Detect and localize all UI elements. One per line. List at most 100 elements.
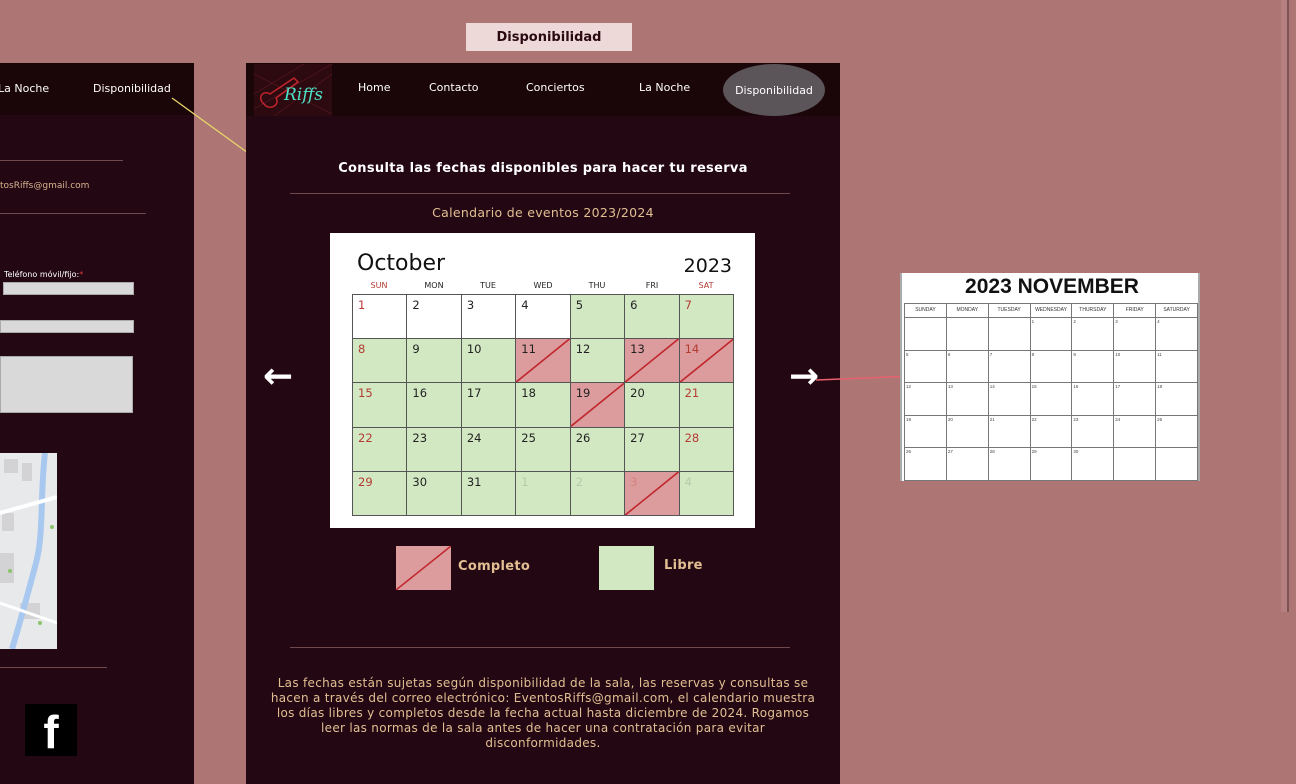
- left-nav-item-la-noche[interactable]: La Noche: [0, 82, 49, 95]
- day-of-week-label: THU: [588, 281, 606, 290]
- map-image[interactable]: [0, 453, 57, 649]
- november-day-cell: 27: [946, 448, 989, 481]
- booked-slash-mark: [680, 339, 733, 382]
- nav-item-conciertos[interactable]: Conciertos: [526, 81, 585, 94]
- riffs-logo[interactable]: Riffs: [254, 64, 332, 116]
- november-day-cell: 3: [1114, 318, 1157, 351]
- frame-label: Disponibilidad: [466, 23, 632, 51]
- calendar-day-cell[interactable]: 1: [516, 471, 571, 516]
- calendar-day-number: 4: [521, 298, 529, 312]
- calendar-day-cell[interactable]: 15: [353, 383, 408, 428]
- calendar-day-cell[interactable]: 25: [516, 427, 571, 472]
- nav-item-la-noche[interactable]: La Noche: [639, 81, 690, 94]
- calendar-day-cell[interactable]: 27: [625, 427, 680, 472]
- calendar-day-cell[interactable]: 12: [570, 339, 626, 384]
- calendar-day-cell[interactable]: 19: [570, 383, 626, 428]
- november-day-cell: 8: [1030, 350, 1073, 384]
- calendar-day-cell[interactable]: 2: [407, 295, 462, 340]
- calendar-day-number: 10: [466, 342, 482, 357]
- november-day-header: FRIDAY: [1114, 304, 1157, 318]
- calendar-day-cell[interactable]: 16: [407, 383, 462, 428]
- phone-label-text: Teléfono móvil/fijo:: [4, 270, 80, 279]
- arrow-left-icon[interactable]: ←: [263, 356, 293, 397]
- info-paragraph: Las fechas están sujetas según disponibi…: [270, 676, 816, 750]
- calendar-day-number: 15: [358, 386, 373, 401]
- calendar-day-number: 20: [630, 386, 645, 401]
- day-of-week-label: SUN: [370, 281, 388, 290]
- arrow-right-icon[interactable]: →: [789, 356, 819, 397]
- november-day-cell: 6: [946, 350, 989, 384]
- calendar-day-cell[interactable]: 11: [516, 339, 571, 384]
- phone-input[interactable]: [3, 282, 134, 295]
- calendar-day-cell[interactable]: 22: [353, 427, 408, 472]
- calendar-day-cell[interactable]: 1: [353, 295, 408, 340]
- calendar-day-cell[interactable]: 30: [407, 471, 462, 516]
- november-day-cell: 11: [1156, 350, 1198, 384]
- calendar-day-number: 17: [466, 386, 482, 401]
- calendar-october: October 2023 SUN MON TUE WED THU FRI SAT 12345…: [330, 233, 755, 528]
- calendar-day-cell[interactable]: 20: [625, 383, 680, 428]
- calendar-day-cell[interactable]: 4: [516, 295, 571, 340]
- calendar-day-cell[interactable]: 18: [516, 383, 571, 428]
- november-day-header: SATURDAY: [1156, 304, 1198, 318]
- calendar-day-number: 30: [412, 474, 428, 489]
- calendar-day-number: 8: [358, 342, 366, 357]
- november-day-cell: 24: [1114, 415, 1157, 449]
- november-day-cell: 30: [1072, 448, 1115, 481]
- november-day-cell: 21: [988, 415, 1031, 449]
- november-day-cell: 18: [1156, 383, 1198, 416]
- november-day-cell: 23: [1072, 415, 1115, 449]
- nav-item-disponibilidad[interactable]: Disponibilidad: [723, 64, 825, 116]
- november-day-cell: 5: [905, 350, 947, 384]
- calendar-day-cell[interactable]: 8: [353, 339, 408, 384]
- calendar-day-number: 1: [358, 298, 366, 312]
- november-day-cell: 10: [1114, 350, 1157, 384]
- calendar-day-number: 26: [575, 430, 591, 445]
- calendar-day-cell[interactable]: 6: [625, 295, 680, 340]
- calendar-day-cell[interactable]: 24: [461, 427, 517, 472]
- calendar-day-number: 24: [466, 430, 482, 445]
- calendar-day-cell[interactable]: 4: [679, 471, 734, 516]
- november-day-cell: [905, 318, 947, 351]
- calendar-day-number: 9: [412, 342, 420, 357]
- calendar-november-image[interactable]: 2023 NOVEMBER SUNDAY MONDAY TUESDAY WEDNESD…: [900, 273, 1200, 481]
- november-day-header: TUESDAY: [988, 304, 1031, 318]
- calendar-day-cell[interactable]: 3: [625, 471, 680, 516]
- november-day-cell: 14: [988, 383, 1031, 416]
- text-input[interactable]: [0, 320, 134, 333]
- calendar-day-cell[interactable]: 29: [353, 471, 408, 516]
- november-day-header: MONDAY: [946, 304, 989, 318]
- nav-item-contacto[interactable]: Contacto: [429, 81, 479, 94]
- november-day-cell: 17: [1114, 383, 1157, 416]
- legend-free-swatch: [599, 546, 654, 590]
- nav-item-home[interactable]: Home: [358, 81, 390, 94]
- calendar-day-number: 5: [575, 298, 584, 312]
- november-day-header: WEDNESDAY: [1030, 304, 1073, 318]
- scrollbar[interactable]: [1281, 0, 1289, 612]
- calendar-day-cell[interactable]: 5: [570, 295, 626, 340]
- calendar-day-cell[interactable]: 23: [407, 427, 462, 472]
- day-of-week-label: FRI: [645, 281, 659, 290]
- calendar-day-number: 25: [521, 430, 536, 445]
- calendar-day-cell[interactable]: 26: [570, 427, 626, 472]
- november-day-cell: 4: [1156, 318, 1198, 351]
- calendar-day-cell[interactable]: 31: [461, 471, 517, 516]
- calendar-day-cell[interactable]: 17: [461, 383, 517, 428]
- divider: [0, 667, 107, 668]
- calendar-day-cell[interactable]: 7: [679, 295, 734, 340]
- facebook-glyph: f: [43, 706, 59, 758]
- november-day-cell: [1114, 448, 1157, 481]
- message-textarea[interactable]: [0, 356, 133, 413]
- calendar-day-cell[interactable]: 9: [407, 339, 462, 384]
- november-grid: SUNDAY MONDAY TUESDAY WEDNESDAY THURSDAY FRID…: [904, 303, 1198, 481]
- calendar-day-cell[interactable]: 14: [679, 339, 734, 384]
- calendar-day-number: 31: [466, 474, 482, 489]
- calendar-day-cell[interactable]: 28: [679, 427, 734, 472]
- calendar-day-cell[interactable]: 2: [570, 471, 626, 516]
- calendar-day-cell[interactable]: 21: [679, 383, 734, 428]
- calendar-day-cell[interactable]: 13: [625, 339, 680, 384]
- facebook-icon[interactable]: f: [25, 704, 77, 756]
- calendar-day-cell[interactable]: 10: [461, 339, 517, 384]
- calendar-day-cell[interactable]: 3: [461, 295, 517, 340]
- calendar-day-number: 4: [684, 474, 692, 489]
